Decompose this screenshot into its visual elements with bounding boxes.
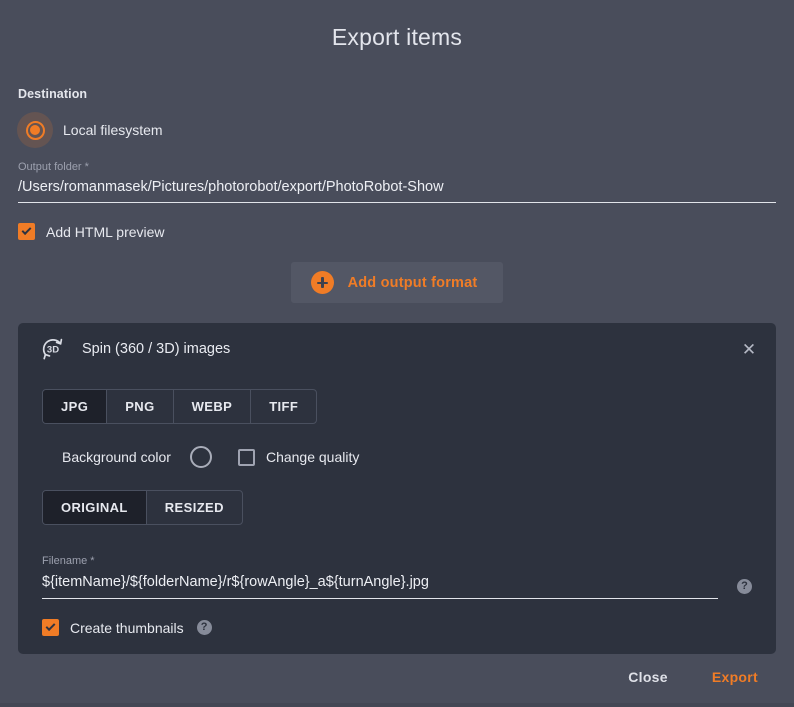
- background-color-label: Background color: [62, 449, 171, 465]
- checkbox-label: Create thumbnails: [70, 619, 184, 636]
- svg-text:3D: 3D: [47, 345, 59, 356]
- filename-field[interactable]: Filename * ${itemName}/${folderName}/r${…: [42, 555, 752, 599]
- radio-button[interactable]: [17, 112, 53, 148]
- destination-section-label: Destination: [18, 87, 88, 101]
- check-icon: [21, 225, 32, 236]
- tab-jpg[interactable]: JPG: [43, 390, 108, 423]
- radio-label: Local filesystem: [63, 122, 163, 138]
- export-button[interactable]: Export: [698, 662, 772, 692]
- bottom-strip: [0, 703, 794, 707]
- close-icon[interactable]: ✕: [736, 336, 762, 362]
- card-inner: JPG PNG WEBP TIFF Background color Chang…: [18, 375, 776, 636]
- help-icon[interactable]: ?: [737, 579, 752, 594]
- plus-circle-icon: [310, 271, 334, 294]
- export-dialog: Export items Destination Local filesyste…: [0, 0, 794, 707]
- add-output-format-label: Add output format: [347, 274, 478, 291]
- file-type-tabs[interactable]: JPG PNG WEBP TIFF: [42, 389, 318, 424]
- output-folder-label: Output folder *: [18, 161, 89, 173]
- checkbox-label: Change quality: [265, 449, 360, 465]
- dialog-body: Destination Local filesystem Output fold…: [0, 87, 794, 654]
- filename-underline: [42, 598, 718, 599]
- color-swatch-icon[interactable]: [189, 446, 212, 468]
- background-color-row: Background color Change quality: [42, 446, 752, 468]
- close-button[interactable]: Close: [614, 662, 682, 692]
- checkbox-change-quality[interactable]: Change quality: [237, 448, 360, 466]
- checkbox-box[interactable]: [42, 619, 59, 636]
- output-format-card: 3D Spin (360 / 3D) images ✕ JPG PNG WEBP…: [18, 323, 776, 654]
- radio-inner-dot: [30, 125, 40, 135]
- output-folder-underline: [18, 202, 776, 203]
- output-folder-input[interactable]: /Users/romanmasek/Pictures/photorobot/ex…: [18, 179, 776, 202]
- tab-resized[interactable]: RESIZED: [147, 491, 242, 524]
- checkbox-box[interactable]: [237, 448, 255, 466]
- card-title: Spin (360 / 3D) images: [82, 341, 231, 357]
- page-title: Export items: [331, 24, 463, 50]
- tab-original[interactable]: ORIGINAL: [43, 491, 147, 524]
- add-output-format-wrap: Add output format: [18, 262, 776, 303]
- tab-tiff[interactable]: TIFF: [251, 390, 316, 423]
- output-folder-field[interactable]: Output folder * /Users/romanmasek/Pictur…: [18, 161, 776, 203]
- filename-label: Filename *: [42, 555, 95, 567]
- add-output-format-button[interactable]: Add output format: [290, 262, 504, 303]
- checkbox-add-html-preview[interactable]: Add HTML preview: [18, 223, 776, 240]
- help-icon[interactable]: ?: [196, 620, 212, 635]
- checkbox-create-thumbnails[interactable]: Create thumbnails ?: [42, 619, 752, 636]
- radio-outer-ring: [25, 120, 45, 140]
- checkbox-box[interactable]: [18, 223, 35, 240]
- check-icon: [45, 621, 56, 632]
- tab-webp[interactable]: WEBP: [174, 390, 252, 423]
- radio-local-filesystem[interactable]: Local filesystem: [17, 112, 776, 148]
- size-tabs[interactable]: ORIGINAL RESIZED: [42, 490, 243, 525]
- checkbox-label: Add HTML preview: [46, 223, 165, 240]
- filename-input[interactable]: ${itemName}/${folderName}/r${rowAngle}_a…: [42, 574, 718, 598]
- tab-png[interactable]: PNG: [107, 390, 174, 423]
- dialog-footer: Close Export: [0, 657, 794, 697]
- spin-3d-icon: 3D: [38, 334, 68, 364]
- card-header: 3D Spin (360 / 3D) images ✕: [18, 323, 776, 375]
